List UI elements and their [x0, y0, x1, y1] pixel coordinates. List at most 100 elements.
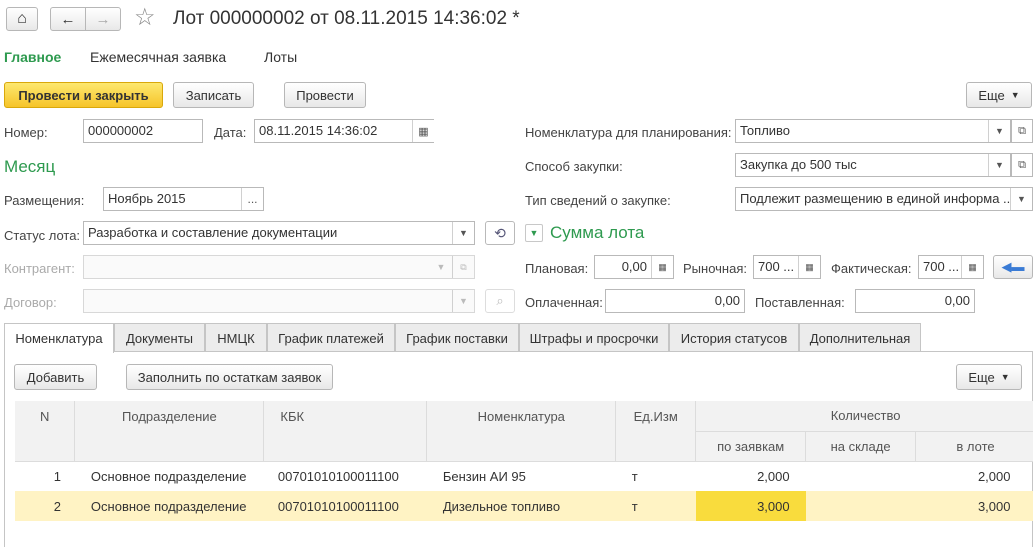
- cell-by-requests[interactable]: 3,000: [695, 491, 806, 521]
- method-field[interactable]: Закупка до 500 тыс: [735, 153, 1011, 177]
- more-label: Еще: [978, 87, 1005, 103]
- save-button[interactable]: Записать: [173, 82, 254, 108]
- tab-nmck[interactable]: НМЦК: [205, 323, 267, 352]
- calculator-icon[interactable]: ▦: [651, 256, 673, 278]
- table-more-label: Еще: [968, 369, 995, 385]
- paid-label: Оплаченная:: [525, 295, 603, 310]
- cell-in-lot: 2,000: [977, 468, 1011, 484]
- chevron-down-icon[interactable]: ▼: [452, 222, 474, 244]
- more-button[interactable]: Еще ▼: [966, 82, 1032, 108]
- number-field[interactable]: 000000002: [83, 119, 203, 143]
- tab-main[interactable]: Главное: [4, 49, 61, 65]
- col-header-division[interactable]: Подразделение: [74, 401, 265, 462]
- planned-label: Плановая:: [525, 261, 589, 276]
- tab-status-history[interactable]: История статусов: [669, 323, 799, 352]
- chevron-down-icon: ▼: [1000, 372, 1010, 382]
- chevron-down-icon[interactable]: ▼: [988, 154, 1010, 176]
- tab-payment-schedule[interactable]: График платежей: [267, 323, 395, 352]
- chevron-down-icon[interactable]: ▼: [430, 256, 452, 278]
- cell-kbk: 00701010100011100: [277, 468, 399, 484]
- cell-in-stock: [805, 491, 916, 521]
- contract-field[interactable]: [83, 289, 475, 313]
- tab-nomenclature[interactable]: Номенклатура: [4, 323, 114, 353]
- placement-field[interactable]: Ноябрь 2015: [103, 187, 264, 211]
- info-type-field[interactable]: Подлежит размещению в единой информа ...: [735, 187, 1033, 211]
- post-button[interactable]: Провести: [284, 82, 366, 108]
- calculator-icon[interactable]: ▦: [961, 256, 983, 278]
- status-field[interactable]: Разработка и составление документации: [83, 221, 475, 245]
- sum-collapse-toggle[interactable]: ▼: [525, 224, 543, 242]
- cell-in-stock: [806, 461, 916, 491]
- col-header-in-lot[interactable]: в лоте: [915, 431, 1033, 462]
- fill-actual-button[interactable]: ◀▬: [993, 255, 1033, 279]
- table-row[interactable]: 1 Основное подразделение 007010101000111…: [15, 461, 1033, 491]
- cell-division: Основное подразделение: [90, 468, 247, 484]
- date-label: Дата:: [214, 125, 247, 140]
- nomenclature-table: N Подразделение КБК Номенклатура Ед.Изм …: [15, 401, 1033, 521]
- cell-nomenclature: Дизельное топливо: [426, 491, 616, 521]
- market-label: Рыночная:: [683, 261, 747, 276]
- table-more-button[interactable]: Еще ▼: [956, 364, 1022, 390]
- back-button[interactable]: ←: [50, 7, 86, 31]
- col-header-n[interactable]: N: [15, 401, 76, 462]
- cell-kbk: 00701010100011100: [263, 491, 427, 521]
- calendar-icon[interactable]: ▦: [412, 120, 434, 142]
- tab-documents[interactable]: Документы: [114, 323, 205, 352]
- search-button[interactable]: ⌕: [485, 289, 515, 313]
- tab-additional[interactable]: Дополнительная: [799, 323, 921, 352]
- col-header-nomenclature[interactable]: Номенклатура: [426, 401, 617, 462]
- contract-label: Договор:: [4, 295, 57, 310]
- cell-unit: т: [615, 491, 696, 521]
- table-row-selected[interactable]: 2 Основное подразделение 007010101000111…: [15, 491, 1033, 521]
- chevron-down-icon[interactable]: ▼: [1010, 188, 1032, 210]
- open-icon[interactable]: ⧉: [1011, 119, 1033, 143]
- cell-n: 1: [53, 468, 61, 484]
- favorite-star-icon[interactable]: ☆: [134, 3, 156, 32]
- contractor-label: Контрагент:: [4, 261, 75, 276]
- post-and-close-button[interactable]: Провести и закрыть: [4, 82, 163, 108]
- open-icon[interactable]: ⧉: [452, 256, 474, 278]
- home-button[interactable]: ⌂: [6, 7, 38, 31]
- nomenclature-label: Номенклатура для планирования:: [525, 125, 732, 140]
- cell-nomenclature: Бензин АИ 95: [442, 468, 526, 484]
- tab-penalties[interactable]: Штрафы и просрочки: [519, 323, 669, 352]
- placement-label: Размещения:: [4, 193, 85, 208]
- status-history-button[interactable]: ⟲: [485, 221, 515, 245]
- chevron-down-icon: ▼: [1010, 90, 1020, 100]
- col-header-kbk[interactable]: КБК: [263, 401, 428, 462]
- actual-label: Фактическая:: [831, 261, 912, 276]
- tab-lots[interactable]: Лоты: [264, 49, 297, 65]
- info-type-label: Тип сведений о закупке:: [525, 193, 671, 208]
- method-label: Способ закупки:: [525, 159, 623, 174]
- paid-field[interactable]: 0,00: [605, 289, 745, 313]
- col-header-unit[interactable]: Ед.Изм: [615, 401, 697, 462]
- page-title: Лот 000000002 от 08.11.2015 14:36:02 *: [173, 8, 520, 29]
- tab-delivery-schedule[interactable]: График поставки: [395, 323, 519, 352]
- sum-section-header: Сумма лота: [550, 223, 645, 242]
- active-tab-gap: [5, 350, 113, 352]
- contractor-field[interactable]: [83, 255, 475, 279]
- search-icon: ⌕: [496, 293, 504, 308]
- fill-from-requests-button[interactable]: Заполнить по остаткам заявок: [126, 364, 333, 390]
- forward-arrow-icon: →: [95, 10, 111, 28]
- col-header-by-requests[interactable]: по заявкам: [695, 431, 807, 462]
- add-button[interactable]: Добавить: [14, 364, 97, 390]
- home-icon: ⌂: [17, 10, 27, 27]
- nomenclature-field[interactable]: Топливо: [735, 119, 1011, 143]
- back-arrow-icon: ←: [60, 10, 76, 28]
- refresh-icon: ⟲: [494, 224, 506, 241]
- col-header-in-stock[interactable]: на складе: [805, 431, 917, 462]
- tab-monthly-request[interactable]: Ежемесячная заявка: [90, 49, 226, 65]
- date-field[interactable]: 08.11.2015 14:36:02: [254, 119, 434, 143]
- col-header-quantity[interactable]: Количество: [695, 401, 1033, 432]
- arrow-left-icon: ◀▬: [1001, 259, 1025, 274]
- chevron-down-icon[interactable]: ▼: [452, 290, 474, 312]
- open-icon[interactable]: ⧉: [1011, 153, 1033, 177]
- month-section-header: Месяц: [4, 157, 56, 176]
- forward-button[interactable]: →: [85, 7, 121, 31]
- calculator-icon[interactable]: ▦: [798, 256, 820, 278]
- chevron-down-icon[interactable]: ▼: [988, 120, 1010, 142]
- delivered-field[interactable]: 0,00: [855, 289, 975, 313]
- placement-select-button[interactable]: ...: [241, 188, 263, 210]
- cell-unit: т: [631, 468, 638, 484]
